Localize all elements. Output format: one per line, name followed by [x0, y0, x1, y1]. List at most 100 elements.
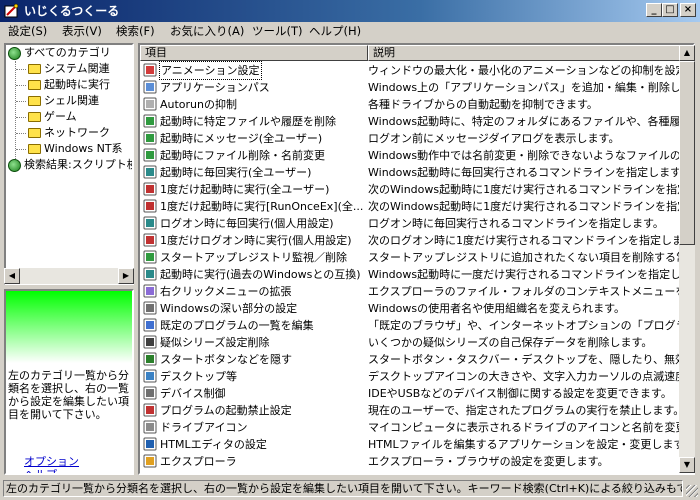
item-name: 起動時に毎回実行(全ユーザー)	[160, 166, 312, 179]
item-name: 1度だけログオン時に実行(個人用設定)	[160, 234, 352, 247]
list-item[interactable]: HTMLエディタの設定 HTMLファイルを編集するアプリケーションを設定・変更しま…	[140, 436, 693, 453]
tree-item-label: すべてのカテゴリ	[24, 46, 111, 59]
menu-tools[interactable]: ツール(T)	[252, 24, 303, 39]
delete-icon	[143, 335, 157, 349]
menu-settings[interactable]: 設定(S)	[8, 24, 47, 39]
status-text: 左のカテゴリ一覧から分類名を選択し、右の一覧から設定を編集したい項目を開いて下さ…	[3, 480, 683, 497]
list-item[interactable]: ドライブアイコン マイコンピュータに表示されるドライブのアイコンと名前を変更します…	[140, 419, 693, 436]
list-item[interactable]: 既定のプログラムの一覧を編集 「既定のブラウザ」や、インターネットオプションの「プ…	[140, 317, 693, 334]
tree-horizontal-scrollbar[interactable]: ◀ ▶	[4, 268, 134, 284]
list-icon	[143, 318, 157, 332]
start-button-icon	[143, 352, 157, 366]
tree-connector	[16, 133, 26, 134]
item-name: ドライブアイコン	[160, 421, 248, 434]
item-name: 1度だけ起動時に実行[RunOnceEx](全...	[160, 200, 364, 213]
item-name: スタートアップレジストリ監視／削除	[160, 251, 347, 264]
menu-view[interactable]: 表示(V)	[62, 24, 102, 39]
run-icon	[143, 267, 157, 281]
list-item[interactable]: エクスプローラ エクスプローラ・ブラウザの設定を変更します。	[140, 453, 666, 470]
list-item[interactable]: Windowsの深い部分の設定 Windowsの使用者名や使用組織名を変えられます…	[140, 300, 666, 317]
run-icon	[143, 165, 157, 179]
tree-connector	[16, 69, 26, 70]
item-description: ログオン前にメッセージダイアログを表示します。	[368, 132, 620, 145]
menu-search[interactable]: 検索(F)	[116, 24, 155, 39]
animation-icon	[143, 63, 157, 77]
settings-list[interactable]: 項目 説明 アニメーション設定 ウィンドウの最大化・最小化のアニメーションなどの抑…	[138, 43, 695, 475]
list-item[interactable]: プログラムの起動禁止設定 現在のユーザーで、指定されたプログラムの実行を禁止します…	[140, 402, 684, 419]
list-item[interactable]: 起動時にファイル削除・名前変更 Windows動作中では名前変更・削除できないよう…	[140, 147, 693, 164]
info-text: 左のカテゴリ一覧から分類名を選択し、右の一覧から設定を編集したい項目を開いて下さ…	[8, 369, 129, 421]
minimize-button[interactable]: _	[646, 3, 662, 17]
tree-item-game[interactable]: ゲーム	[28, 109, 77, 125]
tree-item-network[interactable]: ネットワーク	[28, 125, 110, 141]
tree-item-system[interactable]: システム関連	[28, 61, 110, 77]
list-item[interactable]: デスクトップ等 デスクトップアイコンの大きさや、文字入力カーソルの点滅速度等。	[140, 368, 693, 385]
scroll-down-icon[interactable]: ▼	[679, 457, 695, 473]
list-item[interactable]: 1度だけ起動時に実行[RunOnceEx](全... 次のWindows起動時に1…	[140, 198, 693, 215]
item-description: HTMLファイルを編集するアプリケーションを設定・変更します。	[368, 438, 695, 451]
column-header-description[interactable]: 説明	[368, 45, 680, 61]
maximize-button[interactable]: □	[662, 3, 678, 17]
help-link[interactable]: ヘルプ	[24, 466, 57, 473]
list-item[interactable]: 起動時にメッセージ(全ユーザー) ログオン前にメッセージダイアログを表示します。	[140, 130, 666, 147]
list-item[interactable]: アプリケーションパス Windows上の「アプリケーションパス」を追加・編集・削除…	[140, 79, 693, 96]
block-icon	[143, 403, 157, 417]
tree-item-startup[interactable]: 起動時に実行	[28, 77, 110, 93]
list-item[interactable]: 疑似シリーズ設定削除 いくつかの疑似シリーズの自己保存データを削除します。	[140, 334, 666, 351]
list-item[interactable]: 起動時に毎回実行(全ユーザー) Windows起動時に毎回実行されるコマンドライン…	[140, 164, 691, 181]
close-icon: ×	[683, 4, 693, 15]
list-item[interactable]: 起動時に実行(過去のWindowsとの互換) Windows起動時に一度だけ実行さ…	[140, 266, 693, 283]
run-once-icon	[143, 199, 157, 213]
item-description: 「既定のブラウザ」や、インターネットオプションの「プログラム」の設定で表示される…	[368, 319, 695, 332]
list-item[interactable]: アニメーション設定 ウィンドウの最大化・最小化のアニメーションなどの抑制を設定でき…	[140, 61, 693, 80]
tree-item-windows-nt[interactable]: Windows NT系	[28, 141, 123, 157]
item-name: 起動時にメッセージ(全ユーザー)	[160, 132, 323, 145]
resize-grip-icon[interactable]	[686, 485, 698, 497]
list-item[interactable]: 右クリックメニューの拡張 エクスプローラのファイル・フォルダのコンテキストメニュー…	[140, 283, 693, 300]
scroll-right-icon[interactable]: ▶	[118, 268, 134, 284]
item-name: 右クリックメニューの拡張	[160, 285, 292, 298]
startup-icon	[143, 148, 157, 162]
list-item[interactable]: 起動時に特定ファイルや履歴を削除 Windows起動時に、特定のフォルダにあるファ…	[140, 113, 693, 130]
magnifier-icon	[143, 80, 157, 94]
list-item[interactable]: 1度だけ起動時に実行(全ユーザー) 次のWindows起動時に1度だけ実行されるコ…	[140, 181, 693, 198]
list-item[interactable]: ログオン時に毎回実行(個人用設定) ログオン時に毎回実行されるコマンドラインを指定…	[140, 215, 666, 232]
list-item[interactable]: Autorunの抑制 各種ドライブからの自動起動を抑制できます。	[140, 96, 666, 113]
tree-root-all-categories[interactable]: すべてのカテゴリ	[8, 45, 111, 61]
item-name: スタートボタンなどを隠す	[160, 353, 292, 366]
desktop-icon	[143, 369, 157, 383]
item-name: エクスプローラ	[160, 455, 237, 468]
startup-icon	[143, 114, 157, 128]
column-header-item[interactable]: 項目	[140, 45, 368, 61]
item-description: スタートアップレジストリに追加されたくない項目を削除する常駐プログラムです。	[368, 251, 693, 264]
list-item[interactable]: スタートボタンなどを隠す スタートボタン・タスクバー・デスクトップを、隠したり、無…	[140, 351, 693, 368]
menu-favorites[interactable]: お気に入り(A)	[170, 24, 244, 39]
item-description: Windows動作中では名前変更・削除できないようなファイルの名前を変更します。	[368, 149, 693, 162]
info-panel: 左のカテゴリ一覧から分類名を選択し、右の一覧から設定を編集したい項目を開いて下さ…	[4, 289, 134, 475]
scroll-thumb[interactable]	[679, 61, 695, 245]
tree-item-shell[interactable]: シェル関連	[28, 93, 99, 109]
folder-icon	[28, 128, 41, 138]
item-description: 次のWindows起動時に1度だけ実行されるコマンドラインを指定します。	[368, 200, 695, 213]
close-button[interactable]: ×	[680, 3, 696, 17]
scroll-up-icon[interactable]: ▲	[679, 45, 695, 61]
item-description: Windowsの使用者名や使用組織名を変えられます。	[368, 302, 626, 315]
tree-item-label: システム関連	[44, 62, 110, 75]
scroll-left-icon[interactable]: ◀	[4, 268, 20, 284]
list-vertical-scrollbar[interactable]: ▲ ▼	[679, 45, 695, 473]
item-name: プログラムの起動禁止設定	[160, 404, 292, 417]
item-description: 各種ドライブからの自動起動を抑制できます。	[368, 98, 598, 111]
startup-icon	[143, 250, 157, 264]
settings-icon	[143, 301, 157, 315]
list-item[interactable]: スタートアップレジストリ監視／削除 スタートアップレジストリに追加されたくない項目…	[140, 249, 693, 266]
info-banner	[6, 291, 132, 363]
tree-item-search-result[interactable]: 検索結果:スクリプト検	[8, 157, 132, 173]
category-tree[interactable]: すべてのカテゴリ システム関連 起動時に実行 シェル関連 ゲーム ネットワーク …	[4, 43, 134, 285]
tree-item-label: ネットワーク	[44, 126, 110, 139]
list-item[interactable]: デバイス制御 IDEやUSBなどのデバイス制御に関する設定を変更できます。	[140, 385, 672, 402]
menu-help[interactable]: ヘルプ(H)	[309, 24, 361, 39]
maximize-icon: □	[665, 4, 675, 15]
list-item[interactable]: 1度だけログオン時に実行(個人用設定) 次のログオン時に1度だけ実行されるコマンド…	[140, 232, 693, 249]
title-bar[interactable]: いじくるつくーる _ □ ×	[0, 0, 700, 22]
item-description: 次のWindows起動時に1度だけ実行されるコマンドラインを指定します。	[368, 183, 695, 196]
